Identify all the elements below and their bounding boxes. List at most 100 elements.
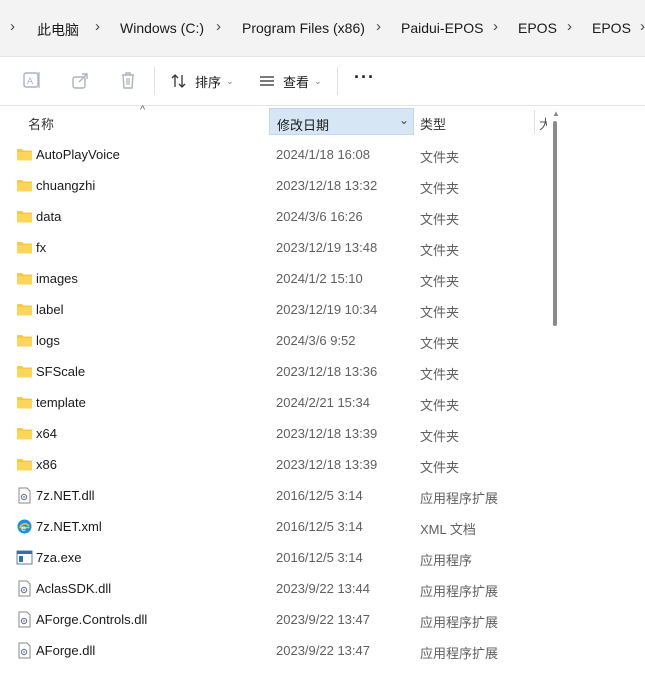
file-explorer-window: › 此电脑 › Windows (C:) › Program Files (x8… [0,0,645,674]
folder-icon [16,239,33,256]
file-name: AForge.Controls.dll [36,612,148,627]
file-date: 2023/12/18 13:39 [276,426,378,441]
dll-icon [16,642,33,659]
svg-text:A: A [27,77,34,87]
file-row[interactable]: logs 2024/3/6 9:52 文件夹 [0,325,548,356]
file-row[interactable]: AForge.dll 2023/9/22 13:47 应用程序扩展 [0,635,548,666]
file-name: AForge.dll [36,643,96,658]
file-date: 2023/12/19 13:48 [276,240,378,255]
file-type: 文件夹 [420,212,460,227]
breadcrumb-item[interactable]: EPOS [592,20,631,36]
file-name: SFScale [36,364,86,379]
file-row[interactable]: chuangzhi 2023/12/18 13:32 文件夹 [0,170,548,201]
file-name: chuangzhi [36,178,96,193]
column-header-date-label: 修改日期 [277,118,330,133]
delete-icon[interactable] [117,69,139,91]
chevron-right-icon[interactable]: › [567,18,572,35]
file-type: XML 文档 [420,522,476,537]
file-name: 7za.exe [36,550,82,565]
chevron-right-icon[interactable]: › [10,18,15,35]
toolbar-divider [154,67,155,95]
folder-icon [16,301,33,318]
folder-icon [16,363,33,380]
file-name: 7z.NET.dll [36,488,95,503]
chevron-right-icon[interactable]: › [376,18,381,35]
column-header-name[interactable]: 名称 [28,114,54,142]
file-name: AutoPlayVoice [36,147,120,162]
breadcrumb-item[interactable]: Paidui-EPOS [401,20,483,36]
file-row[interactable]: 7z.NET.dll 2016/12/5 3:14 应用程序扩展 [0,480,548,511]
chevron-right-icon[interactable]: › [640,18,645,35]
folder-icon [16,332,33,349]
file-row[interactable]: template 2024/2/21 15:34 文件夹 [0,387,548,418]
file-date: 2023/12/18 13:39 [276,457,378,472]
file-row[interactable]: AclasSDK.dll 2023/9/22 13:44 应用程序扩展 [0,573,548,604]
file-type: 文件夹 [420,336,460,351]
file-type: 文件夹 [420,429,460,444]
scroll-up-icon[interactable]: ▲ [552,109,560,118]
breadcrumb-item[interactable]: Windows (C:) [120,20,204,36]
rename-icon[interactable]: A [21,69,43,91]
file-row[interactable]: 7za.exe 2016/12/5 3:14 应用程序 [0,542,548,573]
view-button[interactable]: 查看 ⌄ [258,69,322,93]
file-type: 文件夹 [420,274,460,289]
file-type: 应用程序扩展 [420,491,499,506]
file-type: 文件夹 [420,181,460,196]
folder-icon [16,456,33,473]
share-icon[interactable] [70,69,92,91]
breadcrumb: › 此电脑 › Windows (C:) › Program Files (x8… [0,0,645,57]
file-row[interactable]: x86 2023/12/18 13:39 文件夹 [0,449,548,480]
file-row[interactable]: images 2024/1/2 15:10 文件夹 [0,263,548,294]
vertical-scrollbar[interactable]: ▲ [548,107,565,674]
file-name: data [36,209,62,224]
chevron-right-icon[interactable]: › [95,18,100,35]
file-row[interactable]: fx 2023/12/19 13:48 文件夹 [0,232,548,263]
file-row[interactable]: SFScale 2023/12/18 13:36 文件夹 [0,356,548,387]
folder-icon [16,394,33,411]
file-date: 2024/1/18 16:08 [276,147,370,162]
chevron-right-icon[interactable]: › [493,18,498,35]
file-row[interactable]: data 2024/3/6 16:26 文件夹 [0,201,548,232]
view-label: 查看 [283,74,310,90]
xml-icon: e [16,518,33,535]
file-date: 2024/3/6 9:52 [276,333,356,348]
sort-button[interactable]: 排序 ⌄ [170,69,234,93]
folder-icon [16,177,33,194]
file-row[interactable]: AutoPlayVoice 2024/1/18 16:08 文件夹 [0,139,548,170]
file-row[interactable]: x64 2023/12/18 13:39 文件夹 [0,418,548,449]
file-date: 2016/12/5 3:14 [276,550,363,565]
details-pane [565,107,645,674]
file-row[interactable]: e 7z.NET.xml 2016/12/5 3:14 XML 文档 [0,511,548,542]
scrollbar-thumb[interactable] [553,121,557,326]
file-type: 应用程序扩展 [420,646,499,661]
column-header-size[interactable]: 大 [539,114,547,133]
dll-icon [16,487,33,504]
file-name: images [36,271,78,286]
toolbar-divider [337,67,338,95]
file-row[interactable]: AForge.Controls.dll 2023/9/22 13:47 应用程序扩展 [0,604,548,635]
file-type: 文件夹 [420,367,460,382]
file-name: 7z.NET.xml [36,519,102,534]
more-icon[interactable]: ··· [354,67,375,88]
chevron-right-icon[interactable]: › [216,18,221,35]
file-date: 2023/9/22 13:47 [276,612,370,627]
breadcrumb-item[interactable]: Program Files (x86) [242,20,365,36]
file-date: 2023/12/18 13:36 [276,364,378,379]
column-divider[interactable] [534,110,535,134]
folder-icon [16,208,33,225]
file-date: 2023/9/22 13:44 [276,581,370,596]
chevron-down-icon[interactable]: ⌄ [399,113,409,127]
sort-label: 排序 [195,74,222,90]
file-type: 文件夹 [420,305,460,320]
file-date: 2023/12/19 10:34 [276,302,378,317]
breadcrumb-item[interactable]: EPOS [518,20,557,36]
column-header-date[interactable]: 修改日期 ⌄ [269,108,414,135]
sort-icon [171,74,186,88]
breadcrumb-item[interactable]: 此电脑 [37,20,79,40]
file-date: 2023/9/22 13:47 [276,643,370,658]
file-type: 应用程序扩展 [420,584,499,599]
column-header-type[interactable]: 类型 [420,114,446,133]
file-date: 2016/12/5 3:14 [276,519,363,534]
file-row[interactable]: label 2023/12/19 10:34 文件夹 [0,294,548,325]
chevron-down-icon: ⌄ [314,75,322,86]
